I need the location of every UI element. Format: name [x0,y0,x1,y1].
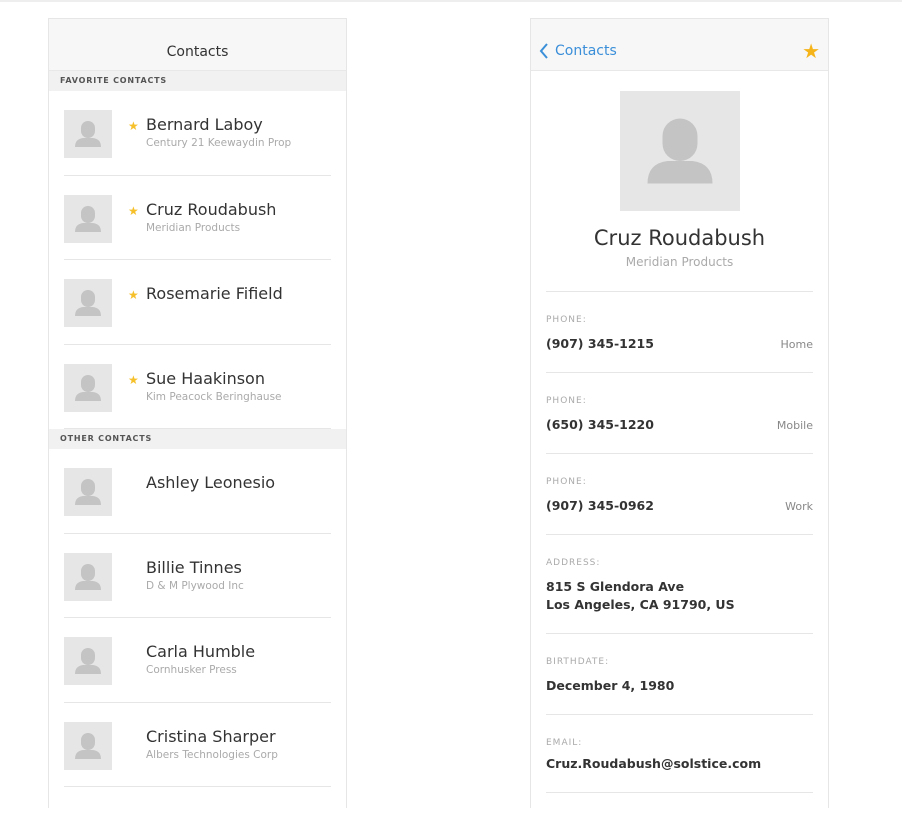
contact-name: Ashley Leonesio [146,473,276,492]
contact-row[interactable]: ★ Rosemarie Fifield [49,260,346,345]
chevron-left-icon [539,43,548,59]
divider [546,453,813,454]
contact-row[interactable]: Cristina Sharper Albers Technologies Corp [49,703,346,788]
favorite-star-icon: ★ [128,288,139,302]
contact-name: Billie Tinnes [146,557,242,577]
person-icon [75,563,101,590]
favorite-star-icon: ★ [128,119,139,133]
phone-label: PHONE: [546,396,587,406]
person-icon [647,118,713,184]
avatar [64,721,112,770]
avatar [64,363,112,412]
contact-row[interactable]: Ashley Leonesio [49,449,346,534]
person-icon [75,648,101,674]
email-value[interactable]: Cruz.Roudabush@solstice.com [546,755,761,773]
avatar [64,468,112,516]
contacts-list-screen: Contacts FAVORITE CONTACTS ★ Bernard Labo… [48,18,347,808]
divider [546,714,813,715]
birthdate-value: December 4, 1980 [546,678,675,693]
contact-name: Carla Humble [146,642,256,661]
phone-label: PHONE: [546,315,587,325]
birthdate-label: BIRTHDATE: [546,657,610,667]
contact-company: Meridian Products [146,221,241,234]
nav-bar: Contacts [49,19,346,71]
contact-name: Cristina Sharper [146,726,276,746]
divider [546,534,813,535]
contact-name: Cruz Roudabush [146,199,277,219]
contact-row[interactable]: ★ Cruz Roudabush Meridian Products [49,176,346,261]
person-icon [75,732,101,759]
contact-company: Century 21 Keewaydin Prop [146,137,292,149]
divider [546,792,813,793]
address-line2[interactable]: Los Angeles, CA 91790, US [546,596,735,614]
avatar [64,279,112,327]
back-label: Contacts [555,43,617,59]
person-icon [75,290,101,316]
phone-type: Home [780,338,813,351]
contact-company: Cornhusker Press [146,664,237,676]
contact-detail-screen: Contacts ★ Cruz Roudabush Meridian Produ… [530,18,829,808]
contact-name: Cruz Roudabush [593,226,766,250]
favorite-star-icon: ★ [128,203,139,218]
phone-label: PHONE: [546,477,587,487]
nav-bar: Contacts ★ [531,19,828,71]
contact-name: Rosemarie Fifield [146,284,283,303]
favorite-star-icon[interactable]: ★ [802,39,820,63]
favorite-star-icon: ★ [128,372,139,387]
address-line1[interactable]: 815 S Glendora Ave [546,578,684,596]
contact-name: Sue Haakinson [146,368,265,388]
email-label: EMAIL: [546,738,583,748]
avatar [64,637,112,685]
others-section-header: OTHER CONTACTS [49,429,346,449]
favorites-section-header: FAVORITE CONTACTS [49,71,346,91]
phone-type: Work [785,500,813,513]
contact-name: Bernard Laboy [146,115,263,134]
back-button[interactable]: Contacts [539,43,617,59]
contact-row[interactable]: Carla Humble Cornhusker Press [49,618,346,703]
contact-row[interactable]: Billie Tinnes D & M Plywood Inc [49,534,346,619]
phone-value[interactable]: (907) 345-1215 [546,335,654,353]
divider [546,372,813,373]
person-icon [75,479,101,505]
person-icon [75,121,101,147]
avatar [64,552,112,601]
phone-value[interactable]: (907) 345-0962 [546,497,654,515]
person-icon [75,205,101,232]
avatar [64,194,112,243]
contact-company: Kim Peacock Beringhause [146,390,282,403]
divider [546,633,813,634]
avatar [64,110,112,158]
contact-company: Meridian Products [625,255,734,269]
contact-row[interactable]: ★ Sue Haakinson Kim Peacock Beringhause [49,345,346,430]
phone-value[interactable]: (650) 345-1220 [546,416,654,434]
divider [546,291,813,292]
contact-row[interactable]: ★ Bernard Laboy Century 21 Keewaydin Prop [49,91,346,176]
address-label: ADDRESS: [546,558,601,568]
phone-type: Mobile [776,419,813,432]
page-title: Contacts [166,44,229,60]
person-icon [75,374,101,401]
contact-company: D & M Plywood Inc [146,579,244,592]
avatar [620,91,740,211]
contact-company: Albers Technologies Corp [146,748,278,761]
